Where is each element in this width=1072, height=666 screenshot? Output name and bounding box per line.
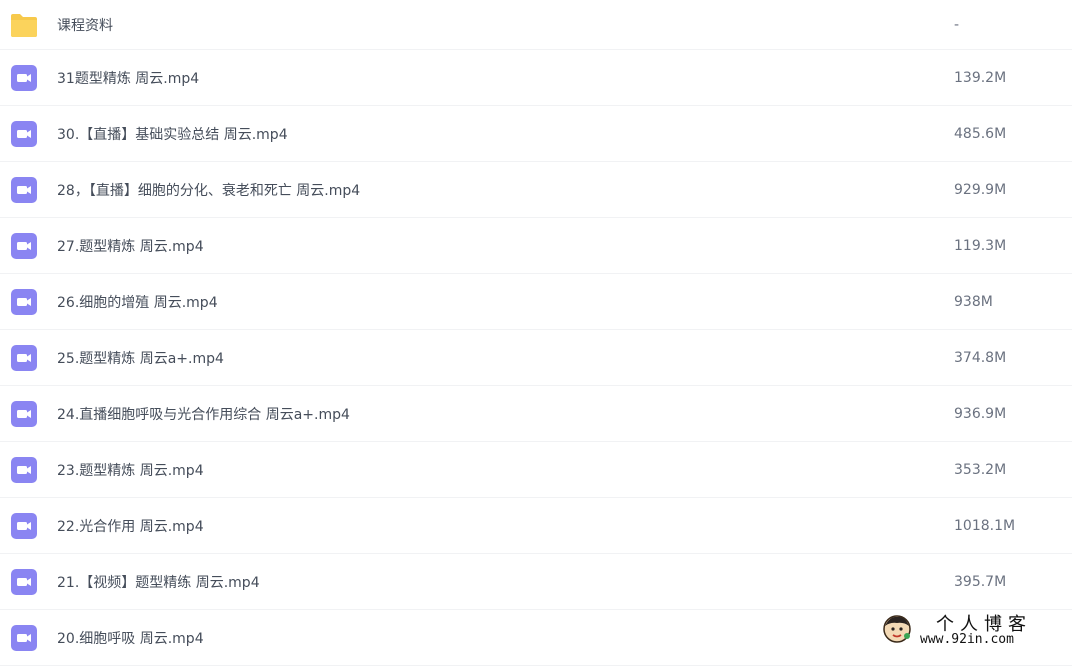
file-size: 139.2M xyxy=(954,69,1007,86)
video-file-icon xyxy=(11,400,37,427)
video-file-icon xyxy=(11,344,37,371)
file-size: 936.9M xyxy=(954,405,1007,422)
file-size: 395.7M xyxy=(954,573,1007,590)
video-file-icon xyxy=(11,512,37,539)
video-file-icon xyxy=(11,456,37,483)
file-name: 20.细胞呼吸 周云.mp4 xyxy=(57,630,204,647)
file-name: 22.光合作用 周云.mp4 xyxy=(57,518,204,535)
watermark: 个人博客 www.92in.com xyxy=(880,610,1070,652)
list-item[interactable]: 22.光合作用 周云.mp4 1018.1M xyxy=(0,498,1072,554)
file-size: 1018.1M xyxy=(954,517,1016,534)
list-item[interactable]: 23.题型精炼 周云.mp4 353.2M xyxy=(0,442,1072,498)
video-file-icon xyxy=(11,288,37,315)
file-size: - xyxy=(954,16,960,33)
video-file-icon xyxy=(11,120,37,147)
file-name: 28，【直播】细胞的分化、衰老和死亡 周云.mp4 xyxy=(57,182,361,199)
file-name: 30.【直播】基础实验总结 周云.mp4 xyxy=(57,126,288,143)
folder-icon xyxy=(11,13,37,37)
video-file-icon xyxy=(11,568,37,595)
list-item[interactable]: 26.细胞的增殖 周云.mp4 938M xyxy=(0,274,1072,330)
file-name: 31题型精炼 周云.mp4 xyxy=(57,70,200,87)
list-item[interactable]: 课程资料 - xyxy=(0,0,1072,50)
file-name: 25.题型精炼 周云a+.mp4 xyxy=(57,350,224,367)
video-file-icon xyxy=(11,624,37,651)
file-list: 课程资料 - 31题型精炼 周云.mp4 139.2M 30.【直播】基础实验总… xyxy=(0,0,1072,666)
blog-logo-icon xyxy=(883,615,911,643)
file-size: 938M xyxy=(954,293,993,310)
watermark-url: www.92in.com xyxy=(920,632,1014,647)
file-name: 27.题型精炼 周云.mp4 xyxy=(57,238,204,255)
file-name: 23.题型精炼 周云.mp4 xyxy=(57,462,204,479)
file-size: 485.6M xyxy=(954,125,1007,142)
video-file-icon xyxy=(11,176,37,203)
file-name: 课程资料 xyxy=(57,17,113,34)
list-item[interactable]: 21.【视频】题型精练 周云.mp4 395.7M xyxy=(0,554,1072,610)
list-item[interactable]: 25.题型精炼 周云a+.mp4 374.8M xyxy=(0,330,1072,386)
file-size: 119.3M xyxy=(954,237,1007,254)
file-name: 24.直播细胞呼吸与光合作用综合 周云a+.mp4 xyxy=(57,406,350,423)
list-item[interactable]: 31题型精炼 周云.mp4 139.2M xyxy=(0,50,1072,106)
file-name: 21.【视频】题型精练 周云.mp4 xyxy=(57,574,260,591)
list-item[interactable]: 24.直播细胞呼吸与光合作用综合 周云a+.mp4 936.9M xyxy=(0,386,1072,442)
video-file-icon xyxy=(11,64,37,91)
file-size: 374.8M xyxy=(954,349,1007,366)
list-item[interactable]: 30.【直播】基础实验总结 周云.mp4 485.6M xyxy=(0,106,1072,162)
file-size: 929.9M xyxy=(954,181,1007,198)
file-size: 353.2M xyxy=(954,461,1007,478)
list-item[interactable]: 28，【直播】细胞的分化、衰老和死亡 周云.mp4 929.9M xyxy=(0,162,1072,218)
file-name: 26.细胞的增殖 周云.mp4 xyxy=(57,294,218,311)
list-item[interactable]: 27.题型精炼 周云.mp4 119.3M xyxy=(0,218,1072,274)
video-file-icon xyxy=(11,232,37,259)
